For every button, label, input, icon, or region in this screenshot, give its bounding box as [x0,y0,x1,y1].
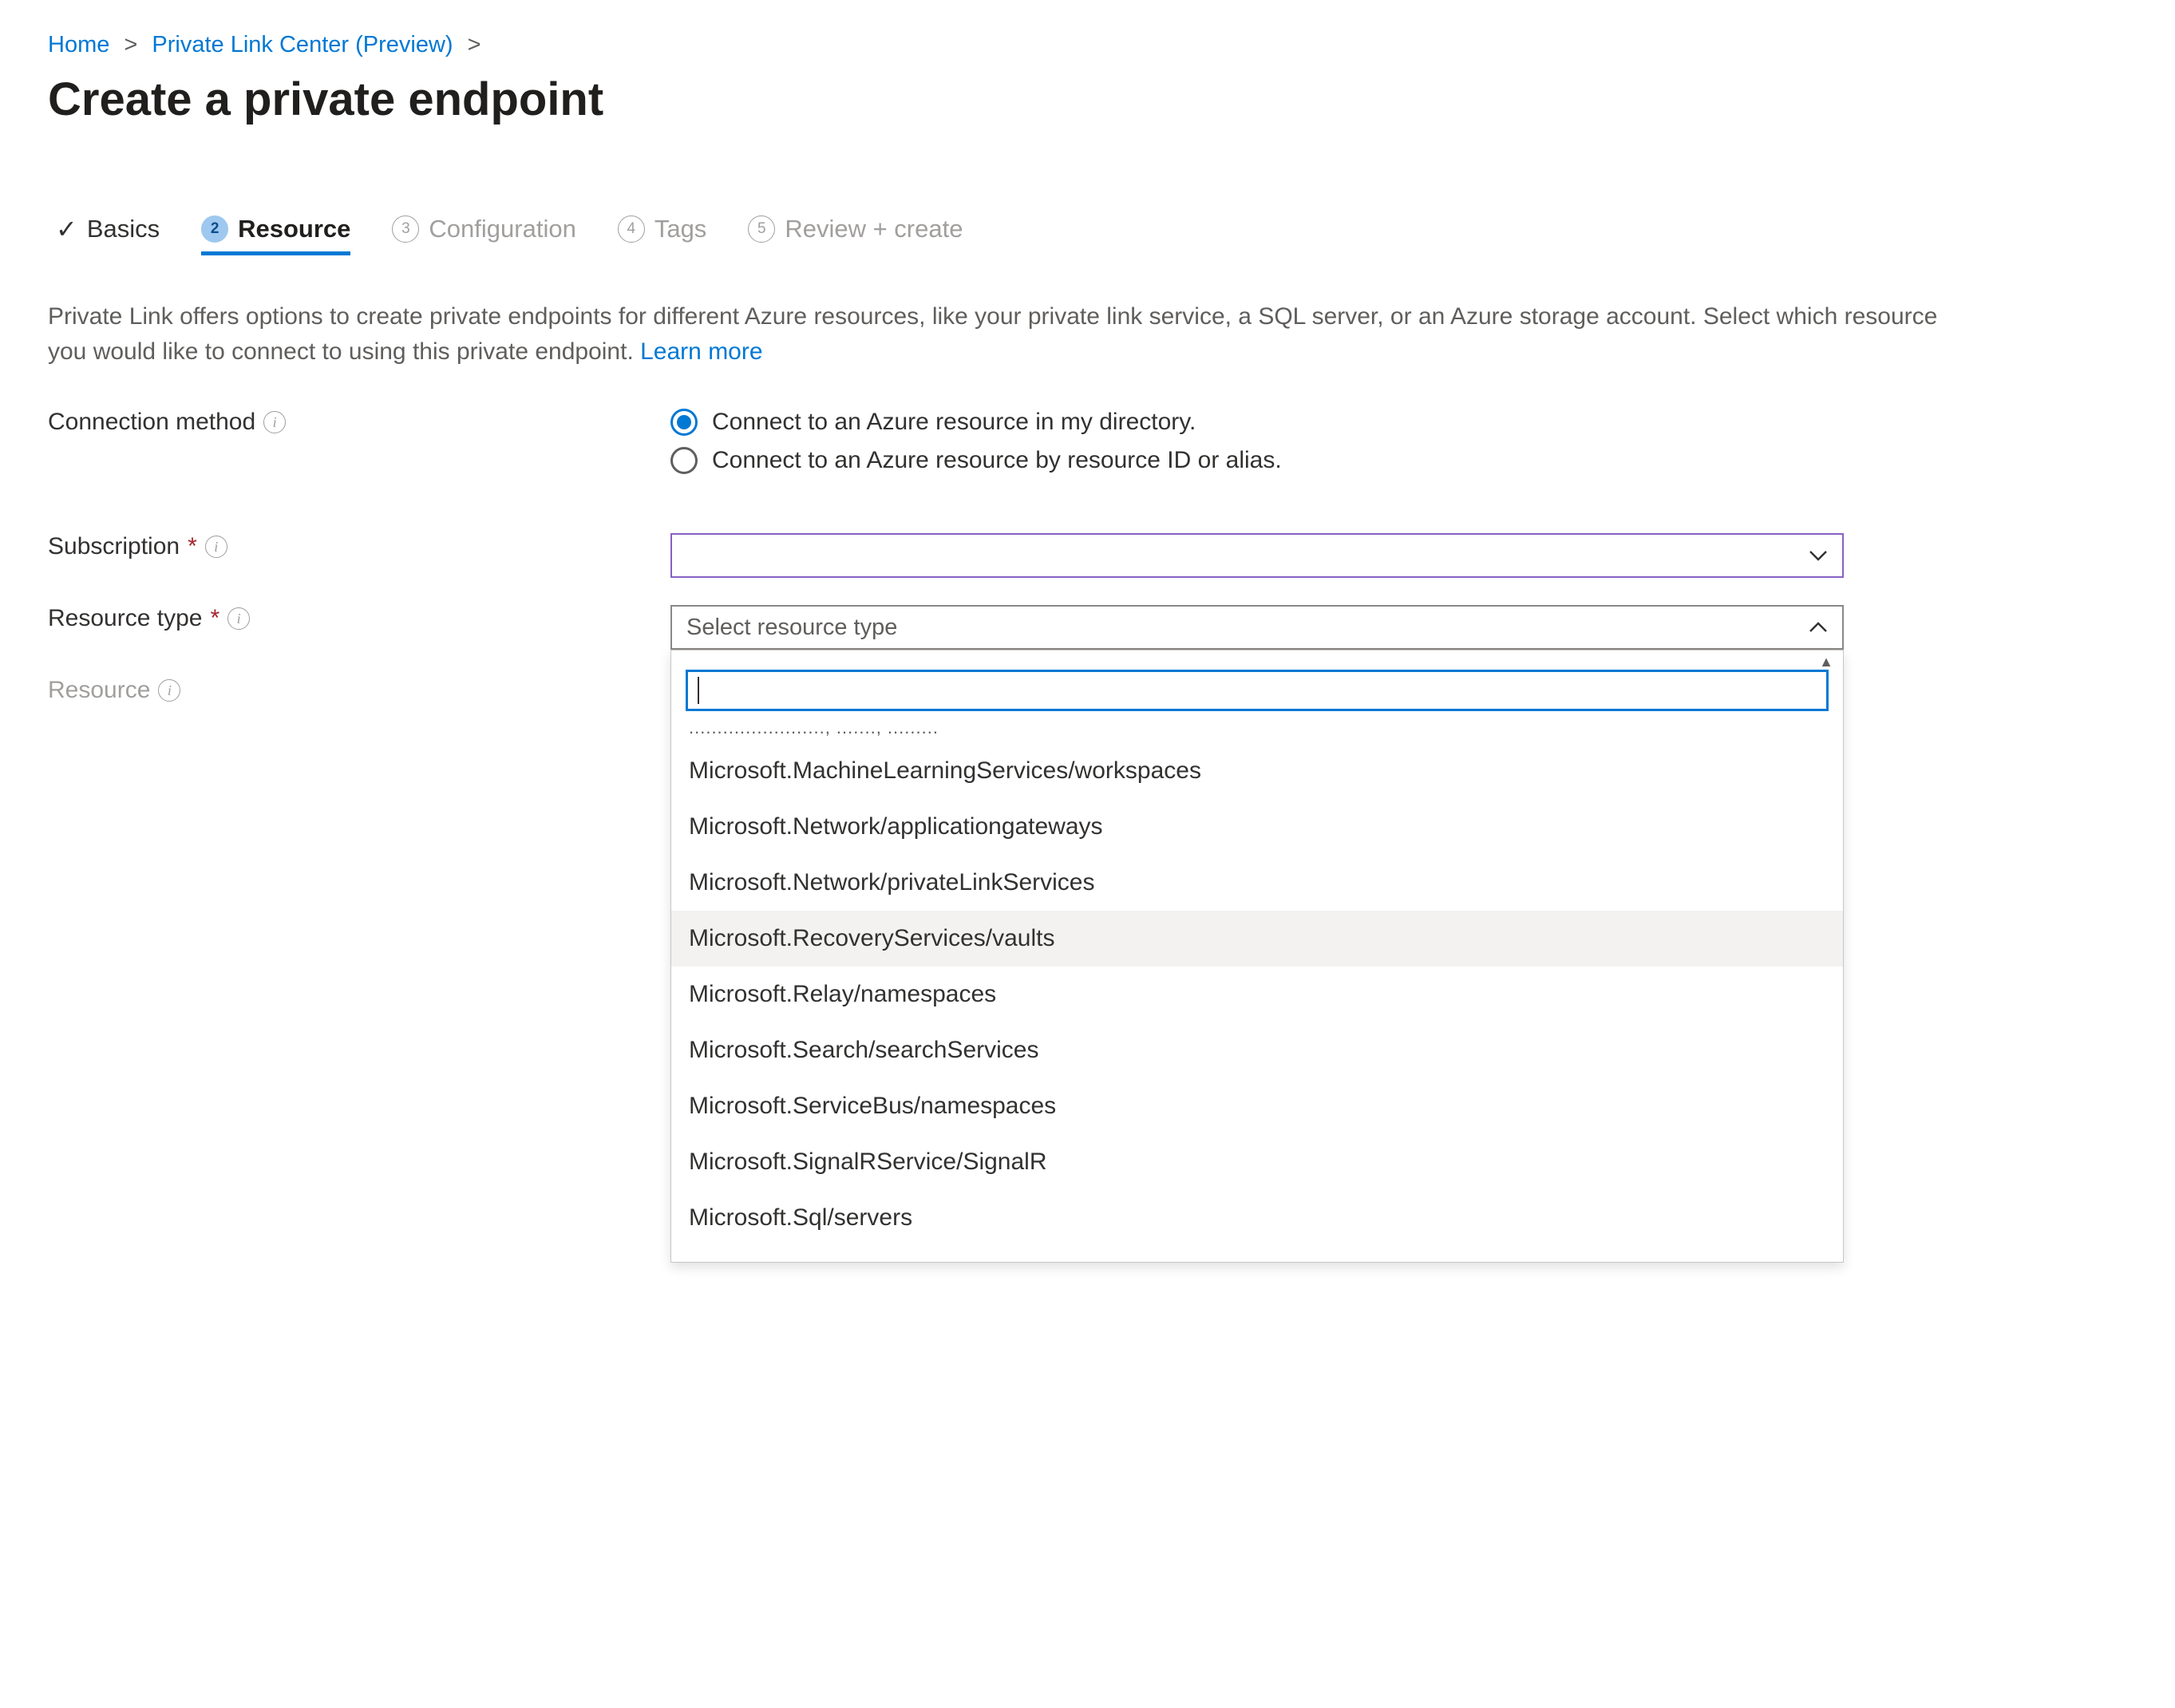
dropdown-option[interactable]: Microsoft.SignalRService/SignalR [671,1134,1843,1190]
breadcrumb-home[interactable]: Home [48,32,109,57]
step-number-icon: 4 [618,215,645,243]
tab-configuration[interactable]: 3 Configuration [392,215,575,255]
tab-tags[interactable]: 4 Tags [618,215,706,255]
radio-label: Connect to an Azure resource in my direc… [712,409,1196,436]
tab-resource[interactable]: 2 Resource [201,215,350,255]
check-icon: ✓ [56,214,77,244]
dropdown-option[interactable]: Microsoft.Sql/servers [671,1190,1843,1246]
chevron-right-icon: > [124,32,137,57]
dropdown-option[interactable]: Microsoft.Network/applicationgateways [671,799,1843,855]
info-icon[interactable]: i [158,679,180,702]
tab-label: Resource [238,215,350,243]
info-icon[interactable]: i [263,411,286,433]
dropdown-option[interactable]: Microsoft.Relay/namespaces [671,967,1843,1022]
learn-more-link[interactable]: Learn more [640,338,762,365]
chevron-down-icon [1809,545,1828,566]
dropdown-option[interactable]: Microsoft.RecoveryServices/vaults [671,911,1843,967]
info-icon[interactable]: i [205,536,227,558]
dropdown-option[interactable]: Microsoft.ServiceBus/namespaces [671,1078,1843,1134]
resource-type-label: Resource type * i [48,605,670,632]
subscription-select[interactable] [670,533,1844,578]
tab-label: Review + create [785,215,963,243]
tab-label: Basics [87,215,160,243]
step-number-icon: 5 [748,215,775,243]
connection-method-option-resource-id[interactable]: Connect to an Azure resource by resource… [670,447,1844,474]
connection-method-option-directory[interactable]: Connect to an Azure resource in my direc… [670,409,1844,436]
dropdown-option[interactable]: Microsoft.Search/searchServices [671,1022,1843,1078]
breadcrumb-private-link-center[interactable]: Private Link Center (Preview) [152,32,453,57]
resource-label: Resource i [48,677,670,704]
tab-label: Configuration [429,215,575,243]
tab-label: Tags [654,215,706,243]
connection-method-label: Connection method i [48,409,670,436]
resource-type-dropdown: ▲ ........................, ......., ...… [670,650,1844,1263]
radio-unselected-icon [670,447,698,474]
step-number-icon: 3 [392,215,419,243]
radio-selected-icon [670,409,698,436]
description-text: Private Link offers options to create pr… [48,303,1937,365]
section-description: Private Link offers options to create pr… [48,299,1963,369]
page-title: Create a private endpoint [48,73,2127,126]
dropdown-search-box[interactable] [686,670,1829,711]
required-asterisk: * [188,533,197,560]
info-icon[interactable]: i [227,607,250,630]
dropdown-option[interactable]: Microsoft.Network/privateLinkServices [671,855,1843,911]
dropdown-truncated-row: ........................, ......., .....… [671,718,1843,743]
required-asterisk: * [210,605,219,632]
dropdown-option[interactable]: Microsoft.MachineLearningServices/worksp… [671,743,1843,799]
dropdown-scroll-area[interactable]: ........................, ......., .....… [671,650,1843,1262]
breadcrumb: Home > Private Link Center (Preview) > [48,32,2127,58]
wizard-tabs: ✓ Basics 2 Resource 3 Configuration 4 Ta… [48,214,2127,256]
subscription-label: Subscription * i [48,533,670,560]
step-number-icon: 2 [201,215,228,243]
chevron-right-icon: > [468,32,481,57]
resource-type-select[interactable]: Select resource type [670,605,1844,650]
tab-basics[interactable]: ✓ Basics [56,214,160,256]
dropdown-search-input[interactable] [699,677,1817,704]
select-placeholder: Select resource type [686,615,897,641]
radio-label: Connect to an Azure resource by resource… [712,447,1282,474]
scroll-up-arrow-icon[interactable]: ▲ [1814,652,1838,672]
chevron-up-icon [1809,617,1828,638]
tab-review-create[interactable]: 5 Review + create [748,215,963,255]
